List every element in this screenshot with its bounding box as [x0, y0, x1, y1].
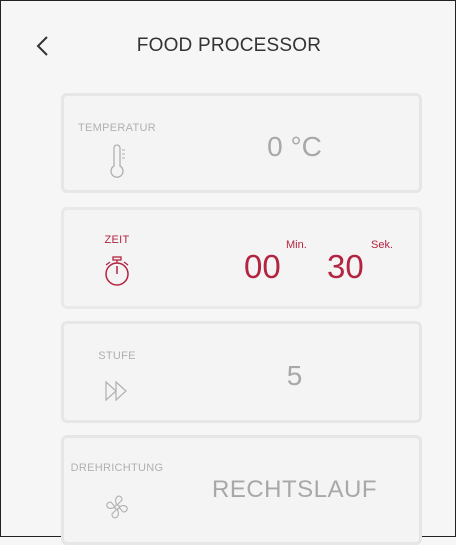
stopwatch-icon	[105, 256, 129, 286]
minutes-value: 00	[244, 248, 281, 285]
temperature-value: 0 °C	[267, 131, 322, 162]
seconds-unit: Sek.	[371, 239, 394, 251]
thermometer-icon	[110, 144, 125, 178]
temperature-label: TEMPERATUR	[78, 122, 156, 134]
speed-card[interactable]: STUFE 5	[61, 321, 422, 423]
seconds-value: 30	[327, 248, 364, 285]
time-card[interactable]: ZEIT 00 Min. 30 Sek.	[61, 207, 422, 309]
speed-value: 5	[286, 360, 303, 391]
time-label: ZEIT	[104, 234, 130, 246]
time-seconds[interactable]: 30	[327, 248, 364, 286]
page-title: FOOD PROCESSOR	[136, 35, 322, 56]
direction-value: RECHTSLAUF	[211, 476, 378, 503]
temperature-card[interactable]: TEMPERATUR 0 °C	[61, 93, 422, 193]
minutes-unit: Min.	[286, 239, 307, 251]
header: FOOD PROCESSOR	[1, 1, 456, 91]
direction-label: DREHRICHTUNG	[70, 462, 164, 474]
direction-card[interactable]: DREHRICHTUNG RECHTSLAUF	[61, 435, 422, 545]
fast-forward-icon	[105, 380, 127, 402]
fan-icon	[106, 495, 128, 519]
time-minutes[interactable]: 00	[244, 248, 281, 286]
speed-label: STUFE	[98, 350, 136, 362]
